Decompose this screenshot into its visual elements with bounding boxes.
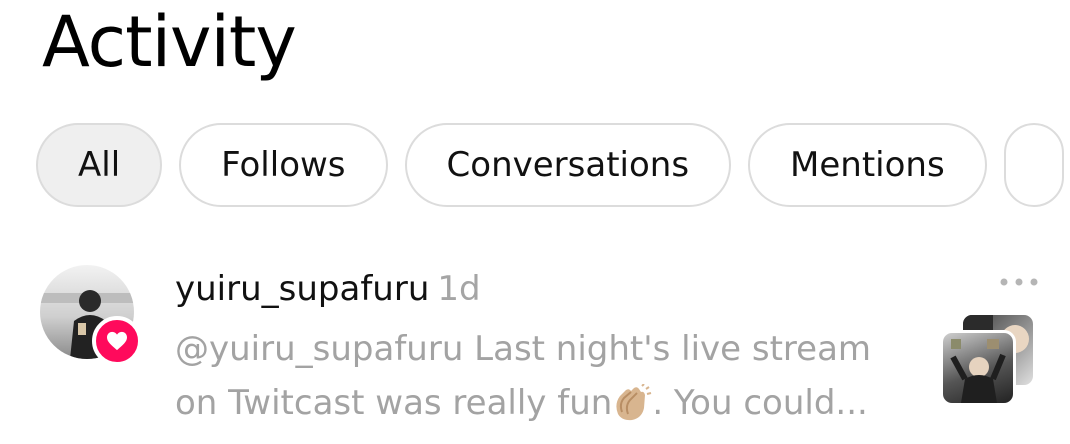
timestamp: 1d — [437, 269, 481, 309]
message-line-2-ellipsis: . You could... — [652, 383, 868, 423]
activity-message[interactable]: @yuiru_supafuru Last night's live stream… — [175, 322, 915, 430]
clapping-hands-icon — [616, 383, 652, 421]
activity-header: yuiru_supafuru 1d — [175, 268, 481, 310]
post-thumbnail-front — [940, 330, 1016, 406]
username-link[interactable]: yuiru_supafuru — [175, 269, 429, 309]
tab-next-partial[interactable] — [1003, 123, 1064, 207]
thumbnail-photo — [950, 339, 1006, 403]
post-thumbnails[interactable] — [936, 312, 1046, 412]
filter-tabs: All Follows Conversations Mentions — [36, 123, 1070, 209]
message-line-2-text: on Twitcast was really fun — [175, 383, 613, 423]
like-badge — [92, 316, 142, 366]
activity-item[interactable]: yuiru_supafuru 1d @yuiru_supafuru Last ni… — [0, 250, 1070, 444]
tab-follows[interactable]: Follows — [179, 123, 388, 207]
heart-icon — [107, 331, 127, 351]
tab-all[interactable]: All — [36, 123, 163, 207]
message-line-1: @yuiru_supafuru Last night's live stream — [175, 329, 872, 369]
tab-conversations[interactable]: Conversations — [404, 123, 732, 207]
more-options-icon[interactable] — [996, 272, 1042, 292]
page-title: Activity — [42, 1, 297, 83]
tab-mentions[interactable]: Mentions — [748, 123, 987, 207]
message-line-2: on Twitcast was really fun . You could..… — [175, 376, 915, 430]
